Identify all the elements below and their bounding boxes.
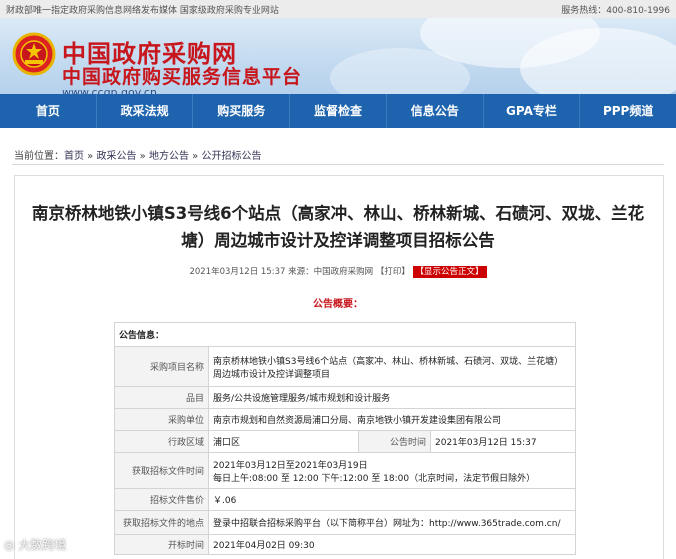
breadcrumb-separator: » <box>84 151 97 162</box>
project-name-value: 南京桥林地铁小镇S3号线6个站点（高家冲、林山、桥林新城、石碛河、双垅、兰花塘）… <box>208 346 576 387</box>
table-cell-label: 采购项目名称 <box>114 346 209 387</box>
site-url: www.ccgp.gov.cn <box>62 86 157 94</box>
acquisition-hours: 每日上午:08:00 至 12:00 下午:12:00 至 18:00（北京时间… <box>213 473 536 484</box>
table-row: 开标时间 2021年04月02日 09:30 <box>114 534 576 555</box>
show-content-button[interactable]: 【显示公告正文】 <box>412 266 487 278</box>
watermark-text: 大数跨境 <box>18 538 67 552</box>
acquisition-place-value[interactable]: 登录中招联合招标采购平台（以下简称平台）网址为：http://www.365tr… <box>208 510 576 535</box>
table-cell-label: 品目 <box>114 386 209 409</box>
divider <box>12 164 664 165</box>
table-cell-label: 获取招标文件的地点 <box>114 510 209 535</box>
purchaser-value: 南京市规划和自然资源局浦口分局、南京地铁小镇开发建设集团有限公司 <box>208 408 576 431</box>
site-slogan: 财政部唯一指定政府采购信息网络发布媒体 国家级政府采购专业网站 <box>6 6 279 16</box>
article-title: 南京桥林地铁小镇S3号线6个站点（高家冲、林山、桥林新城、石碛河、双垅、兰花塘）… <box>31 204 645 250</box>
announce-time-value: 2021年03月12日 15:37 <box>430 430 576 453</box>
nav-item-announcements[interactable]: 信息公告 <box>387 94 484 128</box>
main-nav: 首页 政采法规 购买服务 监督检查 信息公告 GPA专栏 PPP频道 <box>0 94 676 128</box>
document-price-value: ￥.06 <box>208 488 576 511</box>
table-cell-label: 开标时间 <box>114 534 209 555</box>
table-row: 行政区域 浦口区 公告时间 2021年03月12日 15:37 <box>114 430 576 453</box>
site-subtitle: 中国政府购买服务信息平台 <box>62 66 303 88</box>
national-emblem-icon[interactable] <box>12 32 56 76</box>
table-section-label: 公告信息： <box>114 322 576 347</box>
category-value: 服务/公共设施管理服务/城市规划和设计服务 <box>208 386 576 409</box>
acquisition-time-cell: 2021年03月12日至2021年03月19日 每日上午:08:00 至 12:… <box>208 452 576 489</box>
table-cell-label: 获取招标文件时间 <box>114 452 209 489</box>
summary-heading: 公告概要： <box>313 299 363 310</box>
breadcrumb-item-procurement[interactable]: 政采公告 <box>96 151 136 162</box>
site-header: 中国政府采购网 中国政府购买服务信息平台 www.ccgp.gov.cn <box>0 18 676 94</box>
breadcrumb-item-local[interactable]: 地方公告 <box>149 151 189 162</box>
article-source: 来源：中国政府采购网 <box>288 267 374 277</box>
breadcrumb-separator: » <box>136 151 149 162</box>
breadcrumb-prefix: 当前位置： <box>14 151 64 162</box>
breadcrumb-item-open-tender[interactable]: 公开招标公告 <box>201 151 261 162</box>
table-row: 采购项目名称 南京桥林地铁小镇S3号线6个站点（高家冲、林山、桥林新城、石碛河、… <box>114 346 576 387</box>
breadcrumb: 当前位置：首页 » 政采公告 » 地方公告 » 公开招标公告 <box>14 147 261 162</box>
nav-item-ppp[interactable]: PPP频道 <box>580 94 676 128</box>
nav-item-supervision[interactable]: 监督检查 <box>290 94 387 128</box>
breadcrumb-item-home[interactable]: 首页 <box>64 151 84 162</box>
nav-item-purchase-services[interactable]: 购买服务 <box>193 94 291 128</box>
watermark-logo-icon: ◎ <box>4 538 15 552</box>
nav-item-regulations[interactable]: 政采法规 <box>97 94 194 128</box>
announcement-info-table: 公告信息： 采购项目名称 南京桥林地铁小镇S3号线6个站点（高家冲、林山、桥林新… <box>114 322 576 555</box>
table-row: 获取招标文件时间 2021年03月12日至2021年03月19日 每日上午:08… <box>114 452 576 489</box>
table-row: 采购单位 南京市规划和自然资源局浦口分局、南京地铁小镇开发建设集团有限公司 <box>114 408 576 431</box>
table-row: 获取招标文件的地点 登录中招联合招标采购平台（以下简称平台）网址为：http:/… <box>114 510 576 535</box>
watermark: ◎ 大数跨境 <box>4 536 66 553</box>
table-cell-label: 采购单位 <box>114 408 209 431</box>
opening-time-value: 2021年04月02日 09:30 <box>208 534 576 555</box>
top-strip: 财政部唯一指定政府采购信息网络发布媒体 国家级政府采购专业网站 服务热线：400… <box>0 0 676 18</box>
region-value: 浦口区 <box>208 430 359 453</box>
publish-date: 2021年03月12日 15:37 <box>189 267 286 277</box>
table-cell-label: 招标文件售价 <box>114 488 209 511</box>
breadcrumb-separator: » <box>188 151 202 162</box>
service-hotline: 服务热线：400-810-1996 <box>561 6 670 16</box>
nav-item-home[interactable]: 首页 <box>0 94 97 128</box>
table-row: 招标文件售价 ￥.06 <box>114 488 576 511</box>
acquisition-date-range: 2021年03月12日至2021年03月19日 <box>213 460 368 471</box>
print-button[interactable]: 【打印】 <box>376 267 410 277</box>
nav-item-gpa[interactable]: GPA专栏 <box>484 94 581 128</box>
table-cell-label: 公告时间 <box>358 430 431 453</box>
table-row: 品目 服务/公共设施管理服务/城市规划和设计服务 <box>114 386 576 409</box>
table-cell-label: 行政区域 <box>114 430 209 453</box>
article-meta: 2021年03月12日 15:37 来源：中国政府采购网 【打印】 【显示公告正… <box>0 265 676 278</box>
